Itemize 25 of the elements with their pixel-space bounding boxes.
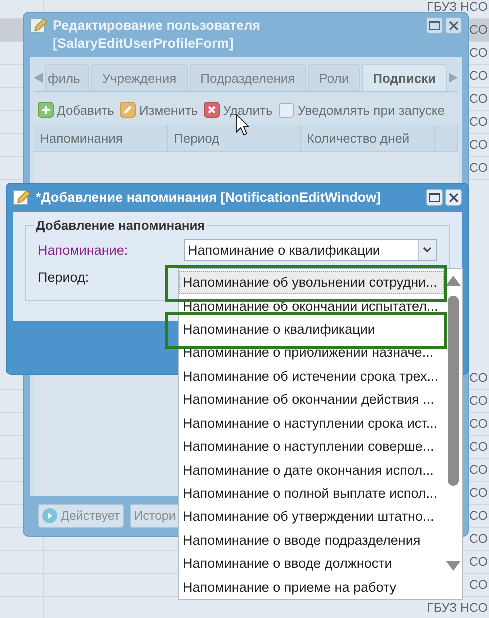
table-cell: СО	[470, 509, 488, 523]
table-cell: СО	[470, 371, 488, 385]
table-cell: СО	[470, 440, 488, 454]
table-cell: СО	[470, 23, 488, 37]
table-cell: СО	[470, 417, 488, 431]
section-title: Добавление напоминания	[35, 218, 206, 233]
table-cell: СО	[470, 486, 488, 500]
table-cell: СО	[470, 555, 488, 569]
table-cell: СО	[470, 532, 488, 546]
table-cell: ГБУЗ НСО	[427, 0, 488, 14]
table-cell: СО	[470, 115, 488, 129]
table-cell: СО	[470, 578, 488, 592]
field-label: Напоминание:	[38, 242, 130, 258]
table-cell: СО	[470, 46, 488, 60]
table-cell: ГБУЗ НСО	[427, 601, 488, 615]
table-cell: СО	[470, 463, 488, 477]
table-cell: СО	[470, 394, 488, 408]
dialog-title: *Добавление напоминания [NotificationEditWindow]	[36, 189, 382, 207]
table-cell: СО	[470, 92, 488, 106]
field-label: Период:	[38, 270, 90, 284]
table-cell: СО	[470, 69, 488, 83]
checkbox-label: Уведомлять при запуске	[298, 102, 445, 118]
table-cell: СО	[470, 138, 488, 152]
window-title: Редактирование пользователя [SalaryEditUserProfileForm]	[53, 17, 262, 53]
table-cell: СО	[470, 161, 488, 175]
